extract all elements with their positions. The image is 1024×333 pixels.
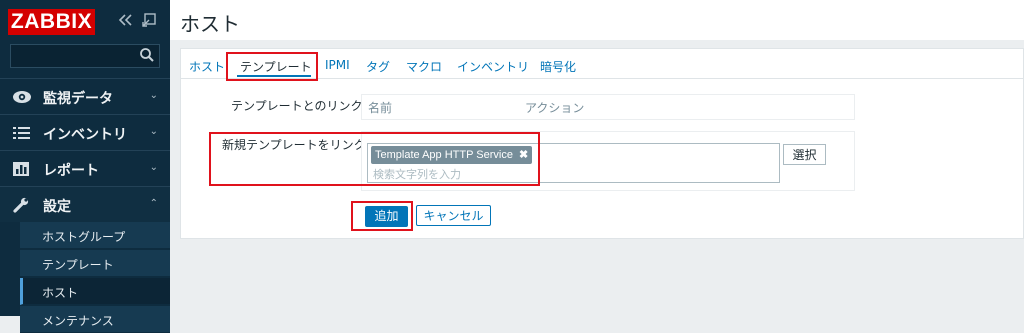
zabbix-logo[interactable]: ZABBIX (8, 9, 95, 35)
kiosk-mode-icon[interactable] (142, 12, 156, 31)
menu-configuration[interactable]: 設定 ⌃ (0, 186, 170, 222)
menu-monitoring[interactable]: 監視データ ⌄ (0, 78, 170, 114)
chevron-down-icon: ⌄ (149, 126, 158, 137)
menu-inventory[interactable]: インベントリ ⌄ (0, 114, 170, 150)
tab-tags[interactable]: タグ (366, 58, 390, 75)
menu-label: レポート (43, 163, 99, 179)
tab-inventory[interactable]: インベントリ (457, 58, 529, 75)
bar-chart-icon (12, 161, 32, 177)
highlight-link-templates (209, 132, 540, 186)
menu-label: 監視データ (43, 91, 113, 107)
select-button[interactable]: 選択 (783, 144, 826, 165)
search-icon[interactable] (139, 47, 155, 63)
tab-macros[interactable]: マクロ (406, 58, 442, 75)
tab-ipmi[interactable]: IPMI (325, 58, 350, 72)
submenu-hosts[interactable]: ホスト (20, 278, 170, 305)
submenu-label: メンテナンス (42, 314, 114, 328)
highlight-add-button (351, 201, 413, 231)
linked-templates-table: 名前 アクション (361, 94, 855, 120)
page-header: ホスト (170, 0, 1024, 40)
menu-reports[interactable]: レポート ⌄ (0, 150, 170, 186)
chevron-down-icon: ⌄ (149, 162, 158, 173)
submenu-templates[interactable]: テンプレート (20, 250, 170, 277)
column-header-name: 名前 (368, 101, 393, 115)
tab-host[interactable]: ホスト (189, 58, 225, 75)
submenu-host-groups[interactable]: ホストグループ (20, 222, 170, 249)
list-icon (12, 125, 32, 141)
highlight-templates-tab (226, 52, 318, 81)
submenu-label: テンプレート (42, 258, 114, 272)
submenu-label: ホスト (42, 286, 79, 300)
cancel-button[interactable]: キャンセル (416, 205, 491, 226)
submenu-maintenance[interactable]: メンテナンス (20, 306, 170, 333)
sidebar: ZABBIX 監視データ ⌄ インベントリ ⌄ レポート ⌄ 設定 ⌃ ホストグ… (0, 0, 170, 333)
linked-templates-label: テンプレートとのリンク (231, 99, 363, 113)
menu-label: インベントリ (43, 127, 127, 143)
chevron-up-icon: ⌃ (149, 198, 158, 209)
sidebar-search-input[interactable] (10, 44, 160, 68)
eye-icon (12, 89, 32, 105)
submenu-label: ホストグループ (42, 230, 126, 244)
tab-encryption[interactable]: 暗号化 (540, 58, 576, 75)
page-title: ホスト (180, 12, 240, 36)
chevron-down-icon: ⌄ (149, 90, 158, 101)
menu-label: 設定 (43, 199, 71, 215)
wrench-icon (12, 197, 32, 213)
collapse-sidebar-icon[interactable] (118, 12, 134, 31)
column-header-action: アクション (525, 101, 585, 115)
